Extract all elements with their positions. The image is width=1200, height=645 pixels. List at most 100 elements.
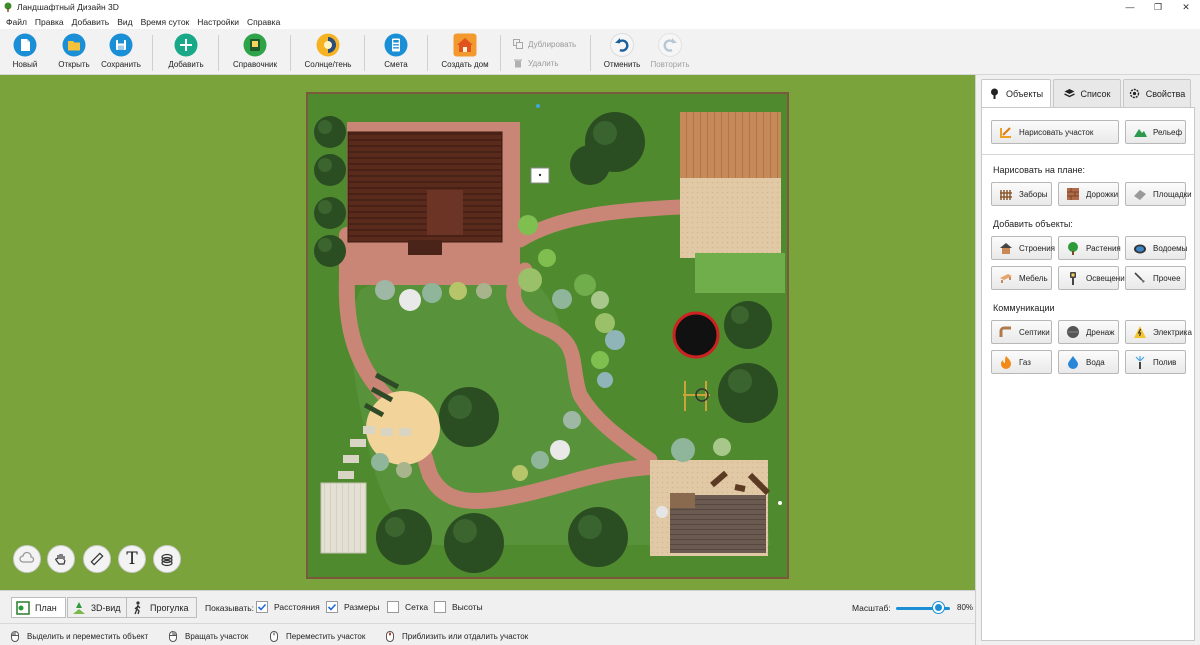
reference-button[interactable]: Справочник — [231, 33, 279, 73]
show-sizes-checkbox[interactable]: Размеры — [326, 601, 379, 613]
plan-view-button[interactable]: План — [11, 597, 66, 618]
plan-canvas[interactable]: T — [0, 75, 975, 590]
menu-view[interactable]: Вид — [113, 17, 136, 27]
ponds-button[interactable]: Водоемы — [1125, 236, 1187, 260]
hedge-right[interactable] — [695, 253, 785, 293]
paths-button[interactable]: Дорожки — [1058, 182, 1119, 206]
add-button[interactable]: Добавить — [166, 33, 206, 73]
toolbar-separator — [290, 35, 291, 71]
furniture-button[interactable]: Мебель — [991, 266, 1052, 290]
buildings-button[interactable]: Строения — [991, 236, 1055, 260]
checkbox-box[interactable] — [326, 601, 338, 613]
draw-plot-icon — [1000, 127, 1011, 138]
duplicate-icon — [513, 39, 523, 49]
pond-icon — [1134, 244, 1146, 254]
garden-plan[interactable] — [0, 75, 975, 590]
new-document-icon — [13, 33, 37, 57]
hint-zoom: Приблизить или отдалить участок — [386, 631, 528, 642]
menu-help[interactable]: Справка — [243, 17, 284, 27]
new-button[interactable]: Новый — [10, 33, 40, 73]
drainage-button[interactable]: Дренаж — [1058, 320, 1119, 344]
draw-plot-button[interactable]: Нарисовать участок — [991, 120, 1119, 144]
checkbox-box[interactable] — [256, 601, 268, 613]
toolbar-separator — [152, 35, 153, 71]
septic-button[interactable]: Септики — [991, 320, 1052, 344]
menu-add[interactable]: Добавить — [68, 17, 114, 27]
wooden-deck[interactable] — [680, 112, 781, 178]
tree-icon — [1068, 242, 1078, 255]
toolbar-separator — [218, 35, 219, 71]
ruler-tool-button[interactable] — [83, 545, 111, 573]
lighting-button[interactable]: Освещение — [1058, 266, 1129, 290]
list-tab-icon — [1063, 89, 1075, 98]
close-button[interactable]: ✕ — [1172, 0, 1200, 14]
water-drop-icon — [1068, 356, 1078, 369]
plus-icon — [174, 33, 198, 57]
zoom-slider-thumb[interactable] — [933, 602, 944, 613]
add-objects-label: Добавить объекты: — [993, 219, 1073, 229]
maximize-button[interactable]: ❐ — [1144, 0, 1172, 14]
sun-shadow-button[interactable]: Солнце/тень — [302, 33, 354, 73]
create-house-button[interactable]: Создать дом — [440, 33, 490, 73]
water-button[interactable]: Вода — [1058, 350, 1119, 374]
show-distances-checkbox[interactable]: Расстояния — [256, 601, 320, 613]
text-tool-button[interactable]: T — [118, 545, 146, 573]
house-roof[interactable] — [347, 131, 503, 243]
3d-view-button[interactable]: 3D-вид — [67, 597, 130, 618]
terrain-tool-button[interactable] — [13, 545, 41, 573]
layers-tool-button[interactable] — [153, 545, 181, 573]
gas-button[interactable]: Газ — [991, 350, 1052, 374]
walk-view-button[interactable]: Прогулка — [126, 597, 198, 618]
house-extension[interactable] — [427, 190, 463, 235]
show-heights-checkbox[interactable]: Высоты — [434, 601, 483, 613]
well-marker[interactable] — [536, 104, 540, 108]
minimize-button[interactable]: — — [1116, 0, 1144, 14]
undo-button[interactable]: Отменить — [603, 33, 641, 73]
menu-file[interactable]: Файл — [2, 17, 31, 27]
tab-properties[interactable]: Свойства — [1123, 79, 1191, 107]
estimate-button[interactable]: Смета — [381, 33, 411, 73]
flame-icon — [1001, 356, 1011, 369]
mouse-right-icon — [169, 631, 177, 642]
show-grid-checkbox[interactable]: Сетка — [387, 601, 428, 613]
trash-icon — [514, 59, 522, 68]
platforms-button[interactable]: Площадки — [1125, 182, 1192, 206]
paved-area-right[interactable] — [680, 178, 781, 258]
checkbox-box[interactable] — [434, 601, 446, 613]
other-button[interactable]: Прочее — [1125, 266, 1186, 290]
relief-button[interactable]: Рельеф — [1125, 120, 1186, 144]
toolbar-separator — [590, 35, 591, 71]
building-icon — [1000, 243, 1012, 254]
panel-body: Нарисовать участок Рельеф Нарисовать на … — [981, 107, 1195, 641]
save-button[interactable]: Сохранить — [100, 33, 142, 73]
house-porch[interactable] — [408, 240, 442, 255]
plants-button[interactable]: Растения — [1058, 236, 1121, 260]
trampoline[interactable] — [672, 311, 720, 359]
menu-edit[interactable]: Правка — [31, 17, 68, 27]
menu-settings[interactable]: Настройки — [193, 17, 243, 27]
delete-button[interactable]: Удалить — [513, 56, 559, 70]
gear-icon — [1129, 88, 1139, 99]
tab-list[interactable]: Список — [1053, 79, 1121, 107]
undo-arrow-icon — [610, 33, 634, 57]
panel-tabs: Объекты Список Свойства — [981, 79, 1193, 107]
open-button[interactable]: Открыть — [57, 33, 91, 73]
outdoor-table[interactable] — [670, 493, 695, 508]
hint-rotate: Вращать участок — [169, 631, 248, 642]
irrigation-button[interactable]: Полив — [1125, 350, 1186, 374]
pan-tool-button[interactable] — [47, 545, 75, 573]
electrics-button[interactable]: Электрика — [1125, 320, 1192, 344]
panel-divider — [982, 154, 1194, 155]
drain-icon — [1067, 326, 1079, 338]
fences-button[interactable]: Заборы — [991, 182, 1052, 206]
draw-on-plan-label: Нарисовать на плане: — [993, 165, 1086, 175]
path-dot-marker[interactable] — [778, 501, 782, 505]
redo-button[interactable]: Повторить — [648, 33, 692, 73]
view-bar: План 3D-вид Прогулка Показывать: Расстоя… — [0, 590, 975, 623]
duplicate-button[interactable]: Дублировать — [513, 37, 576, 51]
tab-objects[interactable]: Объекты — [981, 79, 1051, 107]
status-bar: Выделить и переместить объект Вращать уч… — [0, 623, 975, 645]
menu-time-of-day[interactable]: Время суток — [137, 17, 194, 27]
checkbox-box[interactable] — [387, 601, 399, 613]
greenhouse[interactable] — [320, 482, 367, 554]
